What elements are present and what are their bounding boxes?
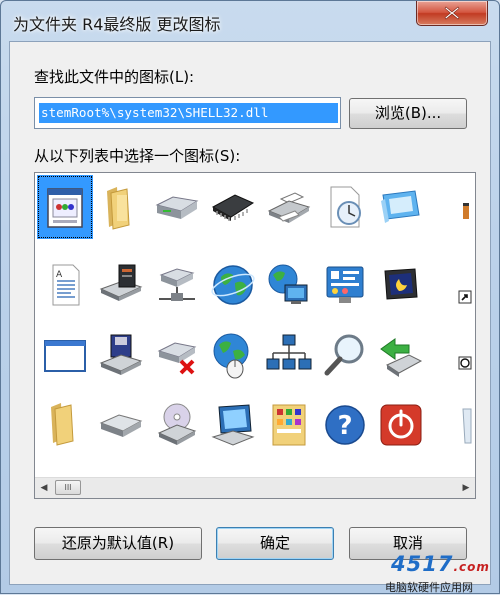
network-computer-icon	[268, 264, 308, 304]
site-watermark: 4517.com 电脑软硬件应用网	[381, 552, 498, 594]
icon-option-shortcut-clock[interactable]	[429, 323, 475, 387]
drive-icon	[155, 196, 199, 219]
scroll-thumb[interactable]: III	[55, 480, 81, 495]
network-drive-icon	[159, 268, 195, 301]
icon-option-desktop-computer[interactable]	[93, 253, 149, 317]
icon-option-monitor-moon[interactable]	[373, 253, 429, 317]
icon-option-network-tree[interactable]	[261, 323, 317, 387]
icon-option-help[interactable]: ?	[317, 393, 373, 457]
icon-list[interactable]: A ? ◀ III ▶	[34, 172, 476, 499]
blank-window-icon	[44, 340, 86, 372]
icon-option-hard-disk[interactable]	[93, 393, 149, 457]
horizontal-scrollbar[interactable]: ◀ III ▶	[35, 477, 475, 498]
icon-option-floppy-drive[interactable]	[93, 323, 149, 387]
dialog-body: 查找此文件中的图标(L): stemRoot%\system32\SHELL32…	[9, 41, 491, 585]
dialog-window: 为文件夹 R4最终版 更改图标 查找此文件中的图标(L): stemRoot%\…	[0, 0, 500, 594]
icon-option-network-computer[interactable]	[261, 253, 317, 317]
disconnected-drive-icon	[157, 342, 197, 375]
icon-option-power[interactable]	[373, 393, 429, 457]
watermark-logo: 4517.com	[391, 552, 490, 576]
icon-option-memory-chip[interactable]	[205, 175, 261, 239]
folder-panel-icon	[272, 404, 306, 446]
shortcut-overlay-icon	[458, 290, 472, 304]
icon-option-text-document[interactable]: A	[37, 253, 93, 317]
recycle-bin-icon	[462, 408, 472, 444]
folder-icon	[51, 403, 74, 446]
floppy-drive-icon	[99, 334, 143, 375]
watermark-text: 电脑软硬件应用网	[385, 581, 473, 594]
icon-option-folder-2[interactable]	[37, 393, 93, 457]
restore-default-button[interactable]: 还原为默认值(R)	[34, 527, 202, 560]
icon-option-computer-screen[interactable]	[205, 393, 261, 457]
search-magnifier-icon	[324, 334, 364, 376]
icon-option-globe-mouse[interactable]	[205, 323, 261, 387]
computer-screen-icon	[211, 404, 255, 446]
shortcut-clock-icon	[458, 356, 472, 370]
ok-button[interactable]: 确定	[216, 527, 334, 560]
file-search-label: 查找此文件中的图标(L):	[34, 68, 195, 86]
icon-list-label: 从以下列表中选择一个图标(S):	[34, 147, 241, 165]
icon-option-globe[interactable]	[205, 253, 261, 317]
icon-file-path-input[interactable]: stemRoot%\system32\SHELL32.dll	[34, 97, 341, 129]
icon-option-printer[interactable]	[261, 175, 317, 239]
window-app-icon	[47, 188, 83, 228]
icon-option-shortcut-overlay[interactable]	[429, 253, 475, 317]
control-panel-icon	[326, 266, 364, 303]
memory-chip-icon	[211, 194, 255, 221]
svg-text:?: ?	[337, 411, 352, 441]
icon-option-monitor-window[interactable]	[373, 175, 429, 239]
icon-option-usb-arrow[interactable]	[373, 323, 429, 387]
usb-arrow-icon	[380, 338, 423, 377]
close-button[interactable]	[416, 1, 488, 26]
title-bar[interactable]: 为文件夹 R4最终版 更改图标	[1, 1, 499, 43]
cd-drive-icon	[157, 403, 197, 445]
icon-option-network-drive[interactable]	[149, 253, 205, 317]
icon-option-disconnected-drive[interactable]	[149, 323, 205, 387]
network-tree-icon	[266, 334, 312, 370]
hard-disk-icon	[99, 414, 143, 437]
icon-option-blank-window[interactable]	[37, 323, 93, 387]
icon-option-search-magnifier[interactable]	[317, 323, 373, 387]
icon-option-clock-document[interactable]	[317, 175, 373, 239]
icon-option-partial[interactable]	[429, 175, 475, 239]
icon-option-control-panel[interactable]	[317, 253, 373, 317]
printer-icon	[267, 192, 311, 223]
icon-option-window-app[interactable]	[37, 175, 93, 239]
scroll-right-arrow[interactable]: ▶	[457, 478, 475, 498]
help-icon: ?	[325, 405, 365, 445]
svg-text:A: A	[56, 270, 63, 280]
clock-document-icon	[330, 186, 361, 228]
close-icon	[444, 6, 460, 20]
monitor-moon-icon	[384, 268, 418, 300]
icon-option-drive[interactable]	[149, 175, 205, 239]
icon-file-path-value: stemRoot%\system32\SHELL32.dll	[39, 103, 338, 123]
partial-icon	[463, 203, 469, 219]
scroll-left-arrow[interactable]: ◀	[35, 478, 53, 498]
browse-button[interactable]: 浏览(B)...	[349, 98, 467, 129]
text-document-icon: A	[52, 264, 80, 306]
globe-mouse-icon	[213, 333, 249, 379]
icon-option-folder[interactable]	[93, 175, 149, 239]
icon-option-recycle-bin[interactable]	[429, 393, 475, 457]
window-title: 为文件夹 R4最终版 更改图标	[13, 15, 221, 34]
globe-icon	[211, 265, 255, 305]
desktop-computer-icon	[99, 264, 143, 301]
monitor-window-icon	[381, 190, 420, 223]
power-icon	[380, 404, 422, 446]
icon-option-cd-drive[interactable]	[149, 393, 205, 457]
icon-option-folder-panel[interactable]	[261, 393, 317, 457]
folder-icon	[107, 187, 130, 230]
